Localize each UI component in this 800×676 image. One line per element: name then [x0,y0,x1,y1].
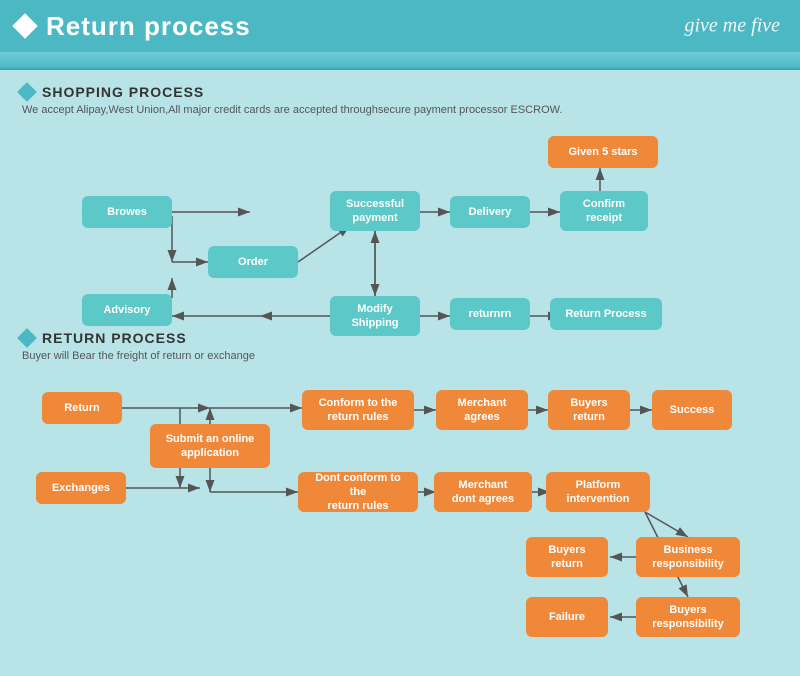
return-flow-diagram: Return Exchanges Submit an onlineapplica… [20,372,780,657]
box-buyers-responsibility: Buyersresponsibility [636,597,740,637]
box-successful-payment: Successfulpayment [330,191,420,231]
box-failure: Failure [526,597,608,637]
ribbon-bar [0,52,800,70]
box-business-responsibility: Businessresponsibility [636,537,740,577]
shopping-flow-diagram: Browes Order Advisory ModifyShipping Suc… [20,126,780,326]
box-dont-conform-rules: Dont conform to thereturn rules [298,472,418,512]
box-given-5-stars: Given 5 stars [548,136,658,168]
return-section-title: RETURN PROCESS [42,330,187,346]
box-buyers-return2: Buyersreturn [526,537,608,577]
box-return-process: Return Process [550,298,662,330]
box-order: Order [208,246,298,278]
main-content: SHOPPING PROCESS We accept Alipay,West U… [0,70,800,671]
box-return-btn: Return [42,392,122,424]
box-buyers-return1: Buyersreturn [548,390,630,430]
box-exchanges-btn: Exchanges [36,472,126,504]
box-merchant-agrees: Merchantagrees [436,390,528,430]
header-title: Return process [46,11,251,42]
box-browes: Browes [82,196,172,228]
shopping-section-header: SHOPPING PROCESS [20,84,780,100]
shopping-diamond-icon [17,82,37,102]
box-submit-online: Submit an onlineapplication [150,424,270,468]
header-diamond-icon [12,13,37,38]
header-logo: give me five [685,15,781,38]
box-confirm-receipt: Confirmreceipt [560,191,648,231]
box-modify-shipping: ModifyShipping [330,296,420,336]
box-platform-intervention: Platformintervention [546,472,650,512]
return-section-desc: Buyer will Bear the freight of return or… [22,350,780,362]
box-conform-rules: Conform to thereturn rules [302,390,414,430]
box-delivery: Delivery [450,196,530,228]
shopping-section-title: SHOPPING PROCESS [42,84,204,100]
return-diamond-icon [17,328,37,348]
header: Return process give me five [0,0,800,52]
box-advisory: Advisory [82,294,172,326]
box-returnrn: returnrn [450,298,530,330]
box-success: Success [652,390,732,430]
shopping-section-desc: We accept Alipay,West Union,All major cr… [22,104,780,116]
box-merchant-dont-agrees: Merchantdont agrees [434,472,532,512]
